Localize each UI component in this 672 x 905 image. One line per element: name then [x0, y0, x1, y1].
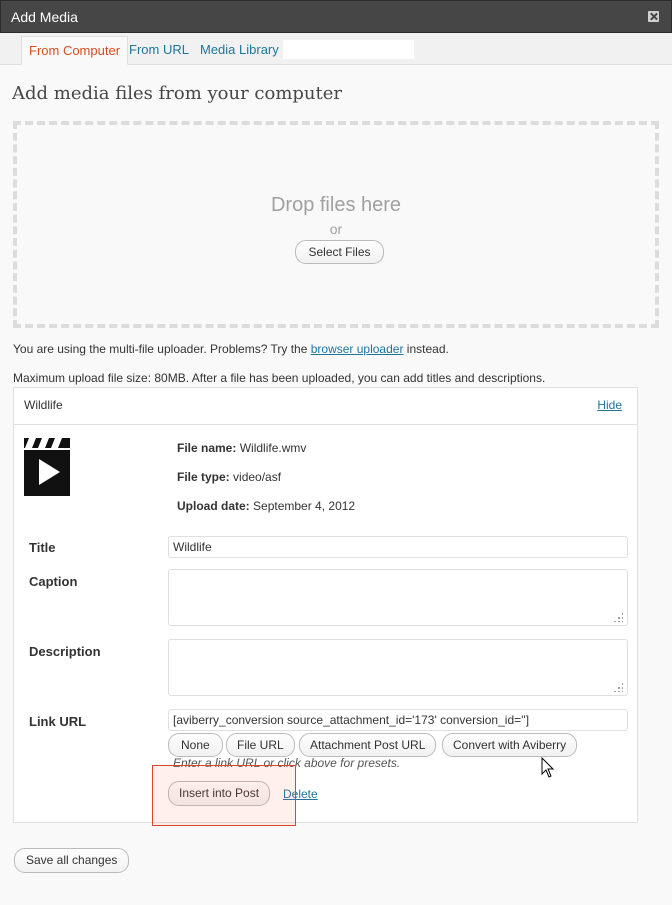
max-upload-size-text: Maximum upload file size: 80MB. After a … — [13, 371, 546, 385]
description-label: Description — [29, 644, 101, 659]
file-name-label: File name: — [177, 441, 237, 455]
save-all-changes-button[interactable]: Save all changes — [14, 848, 130, 873]
title-label: Title — [29, 540, 56, 555]
drop-files-text: Drop files here — [270, 194, 402, 216]
browser-uploader-link[interactable]: browser uploader — [311, 342, 404, 356]
file-type-value: video/asf — [233, 470, 282, 484]
dialog-titlebar: Add Media — [0, 0, 672, 33]
link-url-input[interactable] — [168, 709, 628, 731]
uploader-notice-prefix: You are using the multi-file uploader. P… — [13, 342, 308, 356]
tab-blank-field — [283, 40, 414, 59]
mouse-pointer-icon — [541, 757, 555, 778]
caption-textarea[interactable] — [168, 569, 628, 626]
file-url-button[interactable]: File URL — [226, 733, 295, 757]
video-clapperboard-icon — [24, 438, 70, 496]
hide-link[interactable]: Hide — [597, 398, 622, 412]
select-files-button[interactable]: Select Files — [295, 240, 384, 264]
file-type-label: File type: — [177, 470, 230, 484]
media-item-header: Wildlife Hide — [14, 388, 637, 425]
drop-zone[interactable]: Drop files here or Select Files — [13, 121, 659, 328]
description-textarea[interactable] — [168, 639, 628, 696]
caption-label: Caption — [29, 574, 78, 589]
uploader-notice: You are using the multi-file uploader. P… — [13, 342, 449, 356]
file-name-row: File name: Wildlife.wmv — [177, 441, 306, 455]
or-text: or — [329, 221, 343, 237]
tab-from-url[interactable]: From URL — [122, 36, 196, 65]
close-icon[interactable] — [648, 11, 659, 22]
insert-highlight-box — [152, 765, 296, 826]
upload-date-value: September 4, 2012 — [253, 499, 356, 513]
dialog-title: Add Media — [11, 9, 78, 25]
link-url-label: Link URL — [29, 714, 87, 729]
file-type-row: File type: video/asf — [177, 470, 281, 484]
media-item-name: Wildlife — [24, 398, 63, 412]
media-tabs: From Computer From URL Media Library — [0, 33, 672, 65]
tab-from-computer[interactable]: From Computer — [21, 36, 129, 65]
attachment-post-url-button[interactable]: Attachment Post URL — [299, 733, 437, 757]
convert-aviberry-button[interactable]: Convert with Aviberry — [442, 733, 578, 757]
page-title: Add media files from your computer — [12, 83, 343, 104]
upload-date-label: Upload date: — [177, 499, 250, 513]
uploader-notice-suffix: instead. — [406, 342, 449, 356]
upload-date-row: Upload date: September 4, 2012 — [177, 499, 355, 513]
title-input[interactable] — [168, 536, 628, 558]
file-name-value: Wildlife.wmv — [239, 441, 307, 455]
link-none-button[interactable]: None — [168, 733, 223, 757]
tab-media-library[interactable]: Media Library — [193, 36, 286, 65]
